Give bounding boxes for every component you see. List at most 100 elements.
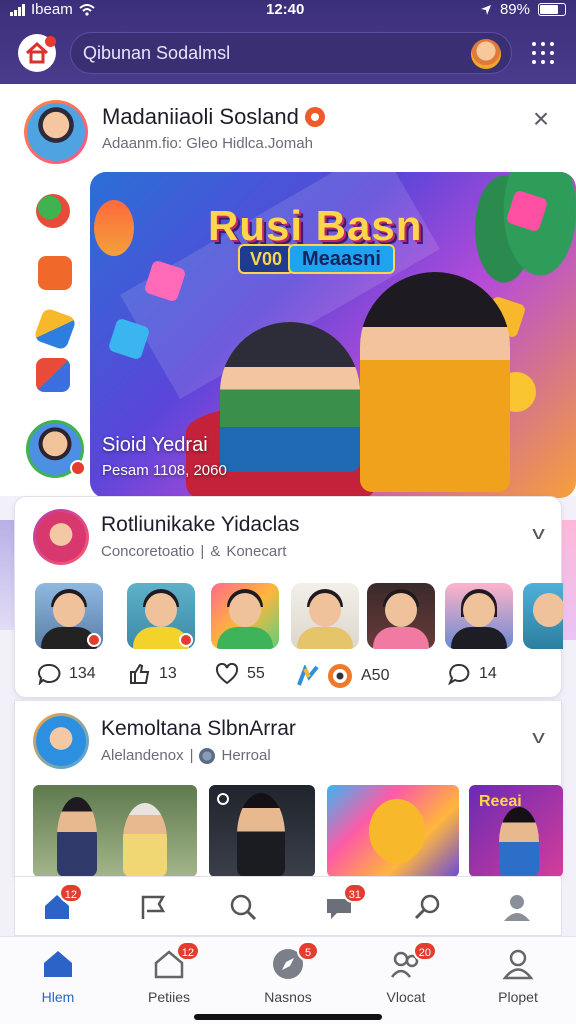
comment-count: 134	[69, 665, 96, 682]
comment-icon	[38, 663, 61, 685]
side-icon-controller[interactable]	[36, 194, 70, 228]
nav-pages[interactable]: 12 Petiies	[119, 941, 219, 1005]
side-icon-square[interactable]	[38, 256, 72, 290]
globe-icon	[199, 747, 216, 764]
photo-item[interactable]	[327, 785, 459, 877]
notification-dot	[45, 36, 56, 47]
member-thumb[interactable]	[127, 583, 195, 649]
group-card-2[interactable]: Kemoltana SlbnArrar Alelandenox | Herroa…	[14, 700, 563, 878]
signal-icon	[10, 3, 25, 16]
member-thumb[interactable]	[35, 583, 103, 649]
message-count: 14	[479, 665, 497, 682]
nav-groups-badge: 20	[412, 941, 437, 961]
status-right: 89%	[480, 1, 566, 18]
comment-button[interactable]: 134	[37, 663, 96, 685]
heart-button[interactable]: 55	[215, 663, 265, 685]
wifi-icon	[79, 3, 95, 16]
pages-shortcut[interactable]	[137, 891, 169, 923]
profile-name-text: Madaniiaoli Sosland	[102, 104, 299, 129]
side-decoration-left	[0, 520, 14, 630]
chat-badge: 31	[342, 883, 367, 903]
home-indicator	[194, 1014, 382, 1020]
photo-item[interactable]	[209, 785, 315, 877]
like-count: 13	[159, 665, 177, 682]
member-thumbnails	[35, 583, 563, 651]
side-icon-box[interactable]	[36, 358, 70, 392]
nav-profile[interactable]: Plopet	[468, 947, 568, 1005]
profile-shortcut[interactable]	[501, 891, 533, 923]
side-decoration-right	[562, 520, 576, 640]
search-icon	[230, 894, 257, 921]
balloon-decoration	[94, 200, 134, 256]
bottom-navigation: Hlem 12 Petiies 5 Nasnos 20 Vlocat Plope…	[0, 936, 576, 1024]
nav-news-label: Nasnos	[264, 989, 312, 1005]
hero-person-left	[220, 322, 360, 472]
group-subtitle-2: Alelandenox | Herroal	[101, 747, 271, 764]
heart-count: 55	[247, 665, 265, 682]
reaction-button[interactable]: A50	[297, 663, 389, 689]
close-icon[interactable]: ×	[528, 105, 554, 133]
nav-home[interactable]: Hlem	[8, 947, 108, 1005]
story-badge	[70, 460, 86, 476]
group-title[interactable]: Rotliunikake Yidaclas	[101, 513, 299, 537]
reaction-arrow-icon	[297, 665, 319, 686]
member-thumb[interactable]	[445, 583, 513, 649]
group-avatar-2[interactable]	[33, 713, 89, 769]
message-icon	[448, 663, 470, 685]
reaction-count: A50	[361, 667, 390, 684]
user-avatar[interactable]	[471, 39, 501, 69]
discover-shortcut[interactable]	[411, 891, 443, 923]
search-shortcut[interactable]	[227, 891, 259, 923]
message-button[interactable]: 14	[447, 663, 497, 685]
chevron-down-icon[interactable]: v	[532, 727, 545, 748]
group-avatar[interactable]	[33, 509, 89, 565]
like-button[interactable]: 13	[129, 663, 177, 685]
flag-icon	[141, 895, 166, 919]
thumbs-up-icon	[130, 663, 150, 684]
profile-avatar[interactable]	[24, 100, 88, 164]
home-icon	[44, 951, 72, 977]
search-input[interactable]: Qibunan Sodalmsl	[70, 32, 512, 74]
apps-grid-icon[interactable]	[532, 42, 554, 64]
person-icon	[502, 949, 534, 980]
verified-badge-icon	[304, 107, 325, 127]
nav-pages-label: Petiies	[147, 989, 191, 1005]
profile-name[interactable]: Madaniiaoli Sosland	[102, 104, 325, 130]
nav-news-badge: 5	[297, 941, 319, 961]
magnifier-icon	[414, 894, 440, 920]
hero-tag-left: V00	[238, 244, 295, 274]
hero-caption-sub: Pesam 1108, 2060	[102, 462, 227, 479]
chat-shortcut[interactable]: 31	[323, 883, 367, 923]
photo-item[interactable]: Reeai	[469, 785, 563, 877]
hero-banner[interactable]: Rusi Basn V00 Meaasni Sioid Yedrai Pesam…	[90, 172, 576, 498]
chevron-down-icon[interactable]: v	[532, 523, 545, 544]
group-subtitle-text: Concoretoatio	[101, 543, 195, 560]
member-thumb[interactable]	[211, 583, 279, 649]
group-title-2[interactable]: Kemoltana SlbnArrar	[101, 717, 296, 741]
separator: |	[200, 543, 205, 560]
hero-caption: Sioid Yedrai	[102, 434, 208, 456]
group-subtitle-suffix: Konecart	[226, 543, 287, 560]
member-thumb[interactable]	[367, 583, 435, 649]
member-thumb[interactable]	[523, 583, 563, 649]
status-bar: Ibeam 12:40 89%	[0, 0, 576, 20]
nav-home-label: Hlem	[41, 989, 75, 1005]
photo-strip: Reeai	[33, 785, 563, 877]
hero-person-right	[360, 272, 510, 492]
battery-icon	[538, 3, 566, 16]
member-thumb[interactable]	[291, 583, 359, 649]
location-icon	[480, 4, 491, 15]
carrier-label: Ibeam	[31, 1, 73, 18]
home-badge: 12	[58, 883, 83, 903]
nav-groups[interactable]: 20 Vlocat	[356, 941, 456, 1005]
side-story-avatar[interactable]	[26, 420, 86, 478]
hero-title: Rusi Basn	[208, 202, 423, 249]
home-shortcut[interactable]: 12	[41, 883, 83, 923]
search-placeholder: Qibunan Sodalmsl	[83, 42, 231, 63]
group-subtitle-2-text: Alelandenox	[101, 747, 184, 764]
group-card[interactable]: Rotliunikake Yidaclas Concoretoatio | & …	[14, 496, 563, 698]
group-subtitle-2-suffix: Herroal	[221, 747, 271, 764]
nav-news[interactable]: 5 Nasnos	[238, 941, 338, 1005]
photo-item[interactable]	[33, 785, 197, 877]
app-logo-home-icon[interactable]	[18, 34, 56, 72]
